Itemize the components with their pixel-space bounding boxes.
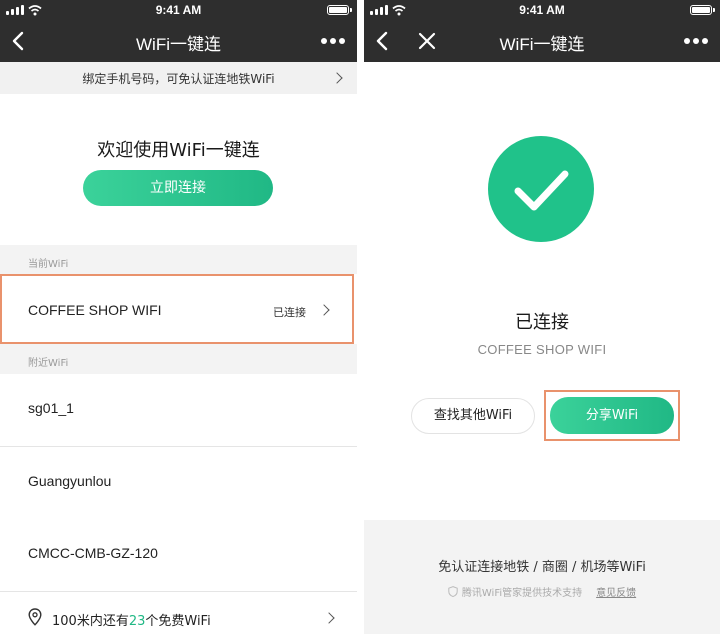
current-wifi-section-header: 当前WiFi (0, 245, 357, 274)
free-wifi-nearby-row[interactable]: 100米内还有23个免费WiFi (0, 600, 357, 634)
nearby-wifi-name: Guangyunlou (28, 473, 112, 489)
connected-status-text: 已连接 (515, 312, 569, 333)
bind-phone-banner[interactable]: 绑定手机号码，可免认证连地铁WiFi (0, 62, 357, 94)
nearby-wifi-item[interactable]: CMCC-CMB-GZ-120 (0, 519, 357, 592)
free-wifi-text: 100米内还有23个免费WiFi (52, 610, 211, 629)
current-wifi-status: 已连接 (273, 306, 306, 319)
more-icon[interactable] (321, 38, 345, 44)
nearby-wifi-name: sg01_1 (28, 400, 74, 416)
status-bar: 9:41 AM (0, 0, 357, 20)
chevron-right-icon (318, 304, 330, 316)
connected-check-badge (488, 136, 594, 242)
connected-screen: 9:41 AM WiFi一键连 已连接 COFFEE SHOP WIFI 查找其… (364, 0, 720, 634)
battery-icon (327, 5, 352, 15)
footer-area (364, 520, 720, 634)
nearby-wifi-item[interactable]: Guangyunlou (0, 447, 357, 520)
status-time: 9:41 AM (519, 3, 565, 17)
nav-title: WiFi一键连 (136, 35, 221, 54)
connected-ssid: COFFEE SHOP WIFI (477, 342, 607, 357)
location-pin-icon (28, 608, 42, 626)
current-wifi-item[interactable]: COFFEE SHOP WIFI 已连接 (0, 274, 354, 344)
nav-bar: WiFi一键连 (364, 20, 720, 62)
free-wifi-count: 23 (128, 614, 146, 629)
share-wifi-button[interactable]: 分享WiFi (550, 397, 674, 434)
wifi-list-screen: 9:41 AM WiFi一键连 绑定手机号码，可免认证连地铁WiFi 欢迎使用W… (0, 0, 357, 634)
nav-bar: WiFi一键连 (0, 20, 357, 62)
find-other-wifi-button[interactable]: 查找其他WiFi (411, 398, 535, 434)
free-wifi-prefix: 100米内还有 (52, 614, 129, 629)
connect-now-button[interactable]: 立即连接 (83, 170, 273, 206)
credit-line: 腾讯WiFi管家提供技术支持 意见反馈 (364, 584, 720, 599)
nav-title: WiFi一键连 (499, 35, 585, 54)
nearby-wifi-section-header: 附近WiFi (0, 344, 357, 374)
battery-icon (690, 5, 715, 15)
nearby-wifi-label: 附近WiFi (28, 358, 69, 369)
current-wifi-label: 当前WiFi (28, 259, 69, 270)
status-time: 9:41 AM (155, 3, 202, 17)
checkmark-icon (514, 170, 569, 211)
feedback-link[interactable]: 意见反馈 (596, 588, 636, 599)
welcome-text: 欢迎使用WiFi一键连 (97, 140, 260, 161)
free-wifi-suffix: 个免费WiFi (145, 614, 211, 629)
current-wifi-name: COFFEE SHOP WIFI (28, 302, 162, 318)
status-bar: 9:41 AM (364, 0, 720, 20)
bind-phone-text: 绑定手机号码，可免认证连地铁WiFi (82, 72, 275, 86)
shield-icon (448, 586, 458, 597)
credit-text: 腾讯WiFi管家提供技术支持 (461, 588, 583, 599)
chevron-right-icon (323, 612, 335, 624)
footer-slogan: 免认证连接地铁 / 商圈 / 机场等WiFi (438, 560, 646, 575)
nearby-wifi-name: CMCC-CMB-GZ-120 (28, 545, 158, 561)
screen-divider (357, 0, 364, 634)
more-icon[interactable] (684, 38, 708, 44)
nearby-wifi-item[interactable]: sg01_1 (0, 374, 357, 447)
